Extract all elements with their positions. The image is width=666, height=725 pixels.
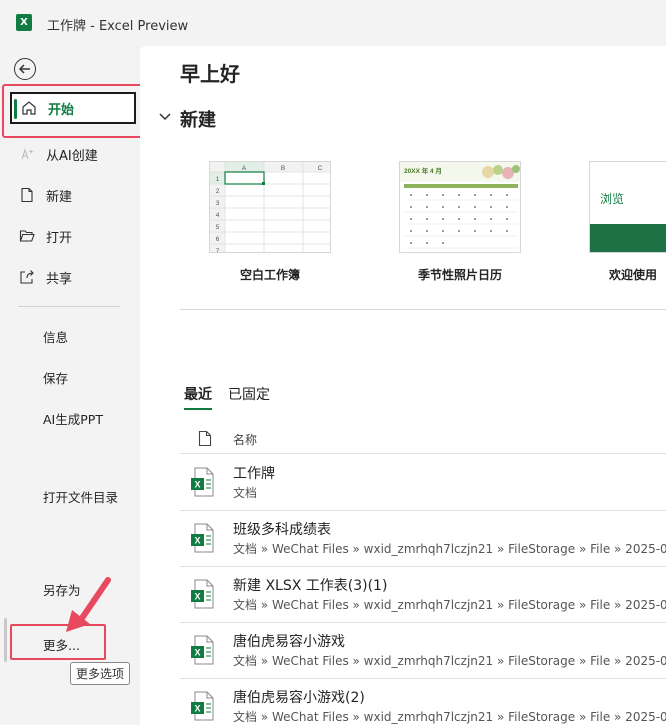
sidebar-item-more[interactable]: 更多... <box>43 635 80 654</box>
new-file-icon <box>18 186 36 204</box>
file-path: 文档 » WeChat Files » wxid_zmrhqh7lczjn21 … <box>233 542 666 556</box>
sidebar-item-ai-ppt[interactable]: AI生成PPT <box>43 409 103 428</box>
svg-text:3: 3 <box>216 200 220 207</box>
backstage-sidebar: 开始 从AI创建 新建 打开 共享 信息 保存 AI生成PPT 打开文件目录 另… <box>0 46 148 725</box>
sidebar-item-label: 共享 <box>46 271 73 287</box>
calendar-thumbnail-icon: 20XX 年 4 月 <box>400 162 520 249</box>
file-row[interactable]: X 新建 XLSX 工作表(3)(1) 文档 » WeChat Files » … <box>180 567 666 623</box>
annotation-arrow-icon <box>66 577 111 632</box>
chevron-down-icon[interactable] <box>158 112 172 122</box>
file-row[interactable]: X 工作牌 文档 <box>180 455 666 511</box>
file-path: 文档 » WeChat Files » wxid_zmrhqh7lczjn21 … <box>233 598 666 612</box>
template-thumb-text: 浏览 <box>600 192 625 206</box>
svg-text:7: 7 <box>216 248 220 253</box>
back-arrow-icon <box>18 64 30 74</box>
svg-text:B: B <box>281 165 285 172</box>
template-thumb-band <box>590 224 666 252</box>
sidebar-item-label: 开始 <box>48 102 75 118</box>
file-name: 工作牌 <box>233 466 275 482</box>
sidebar-item-share[interactable]: 共享 <box>10 261 136 293</box>
file-row[interactable]: X 班级多科成绩表 文档 » WeChat Files » wxid_zmrhq… <box>180 511 666 567</box>
svg-text:2: 2 <box>216 188 220 195</box>
svg-text:4: 4 <box>216 212 220 219</box>
excel-file-icon: X <box>191 635 214 665</box>
sidebar-divider <box>18 306 120 307</box>
svg-text:1: 1 <box>216 176 220 183</box>
template-blank-workbook[interactable]: A B C 1 2 3 4 5 6 7 空白工作簿 <box>209 161 331 283</box>
template-thumbnail: A B C 1 2 3 4 5 6 7 <box>209 161 331 253</box>
excel-app-icon: X <box>16 14 32 31</box>
file-path: 文档 » WeChat Files » wxid_zmrhqh7lczjn21 … <box>233 654 666 668</box>
template-welcome[interactable]: 浏览 欢迎使用 <box>589 161 666 283</box>
svg-text:20XX 年 4 月: 20XX 年 4 月 <box>404 166 442 175</box>
new-section-heading: 新建 <box>180 110 216 131</box>
template-thumbnail: 20XX 年 4 月 <box>399 161 521 253</box>
share-icon <box>18 268 36 286</box>
more-tooltip: 更多选项 <box>70 662 131 685</box>
sidebar-item-info[interactable]: 信息 <box>43 327 68 346</box>
sidebar-item-save[interactable]: 保存 <box>43 368 68 387</box>
sidebar-item-label: 从AI创建 <box>46 148 98 164</box>
home-icon <box>20 99 38 117</box>
file-name: 新建 XLSX 工作表(3)(1) <box>233 578 388 594</box>
backstage-main: 早上好 新建 A B C 1 2 3 4 5 6 7 空白工作簿 20XX 年 … <box>140 46 666 725</box>
svg-text:X: X <box>194 480 200 490</box>
file-row[interactable]: X 唐伯虎易容小游戏(2) 文档 » WeChat Files » wxid_z… <box>180 679 666 725</box>
file-list-header: 名称 <box>180 426 666 454</box>
svg-text:6: 6 <box>216 236 220 243</box>
tab-recent[interactable]: 最近 <box>184 384 212 410</box>
template-name: 季节性照片日历 <box>417 268 502 282</box>
excel-file-icon: X <box>191 523 214 553</box>
excel-file-icon: X <box>191 579 214 609</box>
window-title: 工作牌 - Excel Preview <box>47 19 189 34</box>
back-button[interactable] <box>14 58 36 80</box>
excel-backstage: X 工作牌 - Excel Preview 开始 从AI创建 新建 打开 共享 … <box>0 0 666 725</box>
file-path: 文档 <box>233 486 258 500</box>
template-name: 欢迎使用 <box>609 268 658 282</box>
sidebar-item-home[interactable]: 开始 <box>10 92 136 124</box>
file-row[interactable]: X 唐伯虎易容小游戏 文档 » WeChat Files » wxid_zmrh… <box>180 623 666 679</box>
svg-text:X: X <box>194 704 200 714</box>
greeting-title: 早上好 <box>180 62 240 86</box>
svg-text:A: A <box>242 165 247 172</box>
sidebar-item-open[interactable]: 打开 <box>10 220 136 252</box>
recent-tabs: 最近 已固定 <box>184 384 270 410</box>
sidebar-item-open-folder[interactable]: 打开文件目录 <box>43 487 118 506</box>
column-name-header[interactable]: 名称 <box>233 431 257 448</box>
svg-text:X: X <box>194 536 200 546</box>
more-selection-bar <box>4 618 7 662</box>
excel-file-icon: X <box>191 467 214 497</box>
file-path: 文档 » WeChat Files » wxid_zmrhqh7lczjn21 … <box>233 710 666 724</box>
ai-create-icon <box>18 145 36 163</box>
folder-open-icon <box>18 227 36 245</box>
svg-text:5: 5 <box>216 224 220 231</box>
excel-file-icon: X <box>191 691 214 721</box>
template-name: 空白工作簿 <box>239 268 300 282</box>
document-icon <box>198 430 212 447</box>
section-divider <box>180 309 666 310</box>
file-name: 唐伯虎易容小游戏 <box>233 634 345 650</box>
tab-pinned[interactable]: 已固定 <box>228 384 270 410</box>
sidebar-item-label: 新建 <box>46 189 73 205</box>
file-name: 唐伯虎易容小游戏(2) <box>233 690 365 706</box>
template-photo-calendar[interactable]: 20XX 年 4 月 季节性照片日历 <box>399 161 521 283</box>
template-thumbnail: 浏览 <box>589 161 666 253</box>
svg-text:X: X <box>194 592 200 602</box>
svg-text:X: X <box>194 648 200 658</box>
sidebar-item-label: 打开 <box>46 230 73 246</box>
file-name: 班级多科成绩表 <box>233 522 331 538</box>
title-bar: X 工作牌 - Excel Preview <box>0 0 666 46</box>
spreadsheet-grid-icon: A B C 1 2 3 4 5 6 7 <box>210 162 330 253</box>
sidebar-item-new[interactable]: 新建 <box>10 179 136 211</box>
svg-text:C: C <box>318 165 323 172</box>
sidebar-item-ai-create[interactable]: 从AI创建 <box>10 138 136 170</box>
